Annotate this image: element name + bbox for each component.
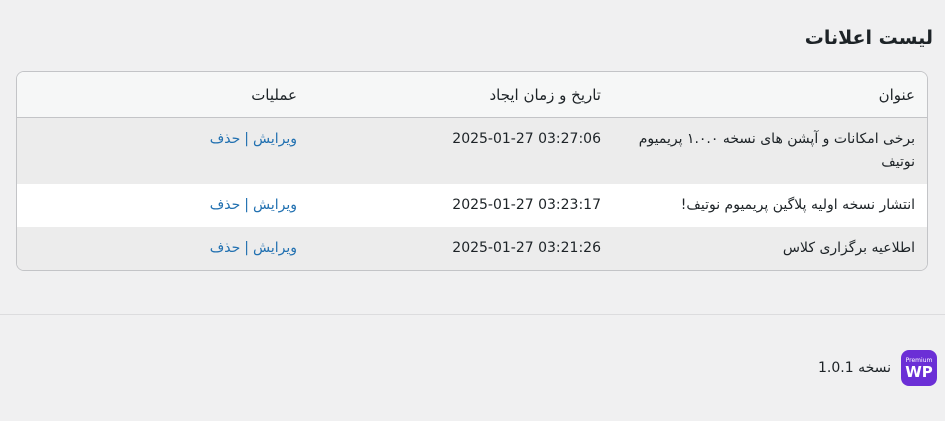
column-header-date[interactable]: تاریخ و زمان ایجاد <box>309 72 613 118</box>
row-actions: ویرایش|حذف <box>17 227 309 270</box>
edit-link[interactable]: ویرایش <box>253 197 297 213</box>
row-actions: ویرایش|حذف <box>17 184 309 227</box>
notification-title: اطلاعیه برگزاری کلاس <box>613 227 927 270</box>
notification-date: 2025-01-27 03:21:26 <box>309 227 613 270</box>
footer: Premium WP نسخه 1.0.1 <box>818 350 937 386</box>
premium-wp-logo: Premium WP <box>901 350 937 386</box>
footer-divider <box>0 314 945 315</box>
table-row: برخی امکانات و آپشن های نسخه ۱.۰.۰ پریمی… <box>17 117 927 184</box>
notification-title: انتشار نسخه اولیه پلاگین پریمیوم نوتیف! <box>613 184 927 227</box>
delete-link[interactable]: حذف <box>210 197 241 213</box>
delete-link[interactable]: حذف <box>210 240 241 256</box>
version-number: 1.0.1 <box>817 360 854 376</box>
notification-title: برخی امکانات و آپشن های نسخه ۱.۰.۰ پریمی… <box>613 117 927 184</box>
version-info: نسخه 1.0.1 <box>818 360 891 376</box>
column-header-title[interactable]: عنوان <box>613 72 927 118</box>
notification-date: 2025-01-27 03:27:06 <box>309 117 613 184</box>
action-separator: | <box>244 197 249 213</box>
delete-link[interactable]: حذف <box>210 131 241 147</box>
column-header-operations: عملیات <box>17 72 309 118</box>
logo-main-text: WP <box>905 362 933 381</box>
notification-date: 2025-01-27 03:23:17 <box>309 184 613 227</box>
table-row: انتشار نسخه اولیه پلاگین پریمیوم نوتیف! … <box>17 184 927 227</box>
action-separator: | <box>244 131 249 147</box>
table-header-row: عنوان تاریخ و زمان ایجاد عملیات <box>17 72 927 118</box>
action-separator: | <box>244 240 249 256</box>
version-label: نسخه <box>858 360 891 376</box>
table-row: اطلاعیه برگزاری کلاس 2025-01-27 03:21:26… <box>17 227 927 270</box>
row-actions: ویرایش|حذف <box>17 117 309 184</box>
edit-link[interactable]: ویرایش <box>253 131 297 147</box>
page-title: لیست اعلانات <box>804 27 933 49</box>
notifications-table: عنوان تاریخ و زمان ایجاد عملیات برخی امک… <box>16 71 928 271</box>
edit-link[interactable]: ویرایش <box>253 240 297 256</box>
